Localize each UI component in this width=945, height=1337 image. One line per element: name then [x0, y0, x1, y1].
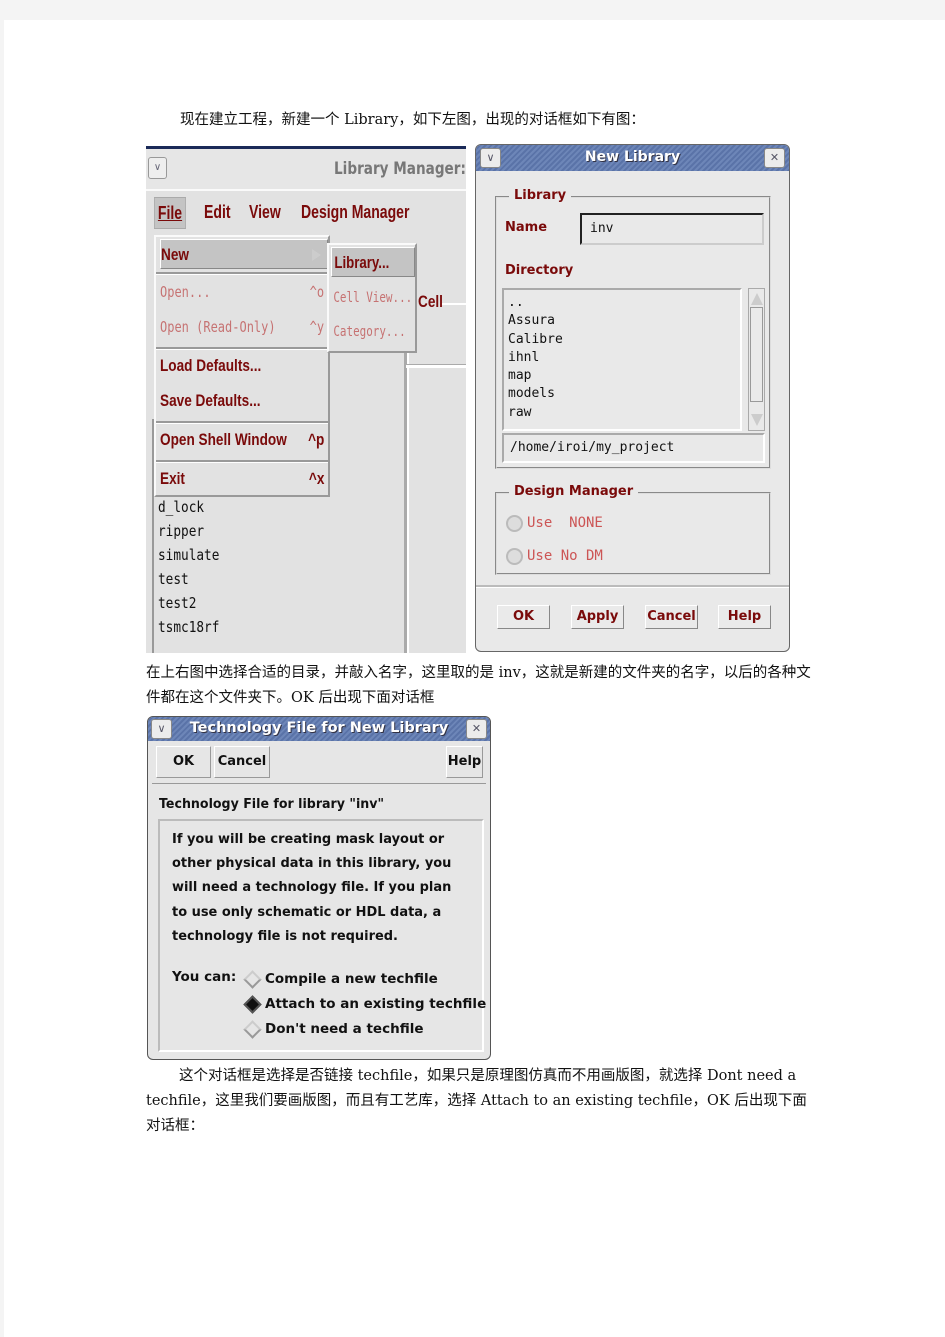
techfile-message: If you will be creating mask layout or o…	[172, 831, 452, 944]
option-attach-existing-techfile[interactable]: Attach to an existing techfile	[243, 994, 487, 1014]
dialog-title: New Library	[584, 149, 681, 165]
menu-edit[interactable]: Edit	[204, 197, 231, 227]
library-list-item[interactable]: d_lock	[158, 495, 219, 519]
option-label: Attach to an existing techfile	[265, 996, 487, 1012]
new-library-dialog: ∨ New Library ✕ Library Name inv Directo…	[475, 144, 790, 652]
option-compile-new-techfile[interactable]: Compile a new techfile	[243, 969, 438, 989]
library-list-item[interactable]: tsmc18rf	[158, 615, 219, 639]
menu-separator	[156, 421, 328, 424]
radio-use-no-dm[interactable]: Use No DM	[506, 546, 603, 566]
pane-divider	[404, 329, 409, 653]
radio-button-icon[interactable]	[506, 547, 523, 565]
radio-diamond-selected-icon[interactable]	[243, 994, 262, 1014]
directory-item[interactable]: models	[504, 385, 740, 403]
paragraph-intro: 现在建立工程，新建一个 Library，如下左图，出现的对话框如下有图：	[180, 112, 645, 128]
menu-view[interactable]: View	[249, 197, 281, 227]
file-menu-save-defaults[interactable]: Save Defaults...	[160, 386, 328, 416]
library-group-label: Library	[509, 188, 572, 203]
file-menu-exit[interactable]: Exit ^x	[160, 464, 328, 494]
scroll-up-arrow-icon[interactable]	[751, 293, 763, 305]
help-button[interactable]: Help	[718, 605, 771, 629]
close-icon[interactable]: ✕	[764, 148, 785, 168]
file-menu-open-read-only[interactable]: Open (Read-Only) ^y	[160, 312, 328, 342]
scrollbar-thumb[interactable]	[750, 307, 763, 402]
directory-item[interactable]: Assura	[504, 312, 740, 330]
menu-separator	[156, 347, 328, 350]
option-dont-need-techfile[interactable]: Don't need a techfile	[243, 1019, 424, 1039]
design-manager-group-label: Design Manager	[509, 484, 639, 499]
library-manager-titlebar: ∨ Library Manager: W	[146, 149, 466, 191]
radio-label: Use NONE	[527, 515, 603, 531]
new-submenu: Library... Cell View... Category...	[327, 243, 417, 353]
radio-diamond-icon[interactable]	[243, 969, 262, 989]
cancel-button[interactable]: Cancel	[214, 746, 270, 778]
file-menu-new[interactable]: New	[160, 239, 328, 269]
chevron-down-icon[interactable]: ∨	[148, 157, 167, 179]
dialog-titlebar: ∨ Technology File for New Library ✕	[148, 717, 490, 741]
directory-path-input[interactable]: /home/iroi/my_project	[502, 433, 765, 463]
techfile-dialog: ∨ Technology File for New Library ✕ OK C…	[147, 716, 491, 1060]
divider	[152, 783, 486, 784]
library-manager-title: Library Manager: W	[334, 159, 466, 179]
cell-column-label: Cell	[418, 292, 443, 311]
help-button[interactable]: Help	[446, 746, 483, 778]
option-label: Compile a new techfile	[265, 971, 438, 987]
option-label: Don't need a techfile	[265, 1021, 424, 1037]
radio-use-none[interactable]: Use NONE	[506, 513, 603, 533]
ok-button[interactable]: OK	[497, 605, 550, 629]
library-list-item[interactable]: ripper	[158, 519, 219, 543]
directory-item[interactable]: Calibre	[504, 331, 740, 349]
radio-label: Use No DM	[527, 548, 603, 564]
library-name-input[interactable]: inv	[580, 213, 764, 245]
directory-list: .. Assura Calibre ihnl map models raw	[502, 288, 742, 431]
dialog-titlebar: ∨ New Library ✕	[476, 145, 789, 171]
ok-button[interactable]: OK	[156, 746, 211, 778]
file-menu-dropdown: New Open... ^o Open (Read-Only) ^y Load …	[154, 235, 330, 497]
library-manager-window: ∨ Library Manager: W File Edit View Desi…	[146, 146, 466, 653]
you-can-label: You can:	[172, 969, 237, 985]
file-menu-load-defaults[interactable]: Load Defaults...	[160, 351, 328, 381]
directory-scrollbar[interactable]	[748, 288, 765, 431]
divider	[476, 585, 789, 588]
scroll-down-arrow-icon[interactable]	[751, 414, 763, 426]
directory-item[interactable]: map	[504, 367, 740, 385]
submenu-cell-view[interactable]: Cell View...	[331, 283, 415, 313]
directory-label: Directory	[505, 263, 574, 278]
paragraph-techfile-explanation: 这个对话框是选择是否链接 techfile，如果只是原理图仿真而不用画版图，就选…	[146, 1068, 807, 1134]
directory-item[interactable]: ..	[504, 294, 740, 312]
library-list: d_lock ripper simulate test test2 tsmc18…	[158, 495, 219, 639]
submenu-category[interactable]: Category...	[331, 317, 415, 347]
menubar: File Edit View Design Manager	[146, 191, 466, 235]
file-menu-open-shell-window[interactable]: Open Shell Window ^p	[160, 425, 328, 455]
divider	[406, 364, 466, 368]
name-label: Name	[505, 220, 548, 235]
directory-item[interactable]: raw	[504, 404, 740, 422]
techfile-heading: Technology File for library "inv"	[159, 797, 385, 812]
submenu-arrow-icon	[312, 249, 321, 261]
techfile-message-box: If you will be creating mask layout or o…	[158, 819, 487, 1052]
dialog-title: Technology File for New Library	[189, 720, 449, 736]
radio-diamond-icon[interactable]	[243, 1019, 262, 1039]
menu-separator	[156, 272, 328, 275]
file-menu-open[interactable]: Open... ^o	[160, 277, 328, 307]
menu-separator	[156, 460, 328, 463]
close-icon[interactable]: ✕	[466, 719, 487, 739]
menu-design-manager[interactable]: Design Manager	[301, 197, 409, 227]
library-list-item[interactable]: test	[158, 567, 219, 591]
submenu-library[interactable]: Library...	[331, 247, 415, 277]
divider	[442, 303, 466, 305]
cancel-button[interactable]: Cancel	[645, 605, 698, 629]
directory-item[interactable]: ihnl	[504, 349, 740, 367]
apply-button[interactable]: Apply	[571, 605, 624, 629]
menu-file[interactable]: File	[154, 197, 186, 229]
library-list-item[interactable]: simulate	[158, 543, 219, 567]
library-list-item[interactable]: test2	[158, 591, 219, 615]
paragraph-directory-explanation: 在上右图中选择合适的目录，并敲入名字，这里取的是 inv，这就是新建的文件夹的名…	[146, 665, 811, 706]
radio-button-icon[interactable]	[506, 514, 523, 532]
